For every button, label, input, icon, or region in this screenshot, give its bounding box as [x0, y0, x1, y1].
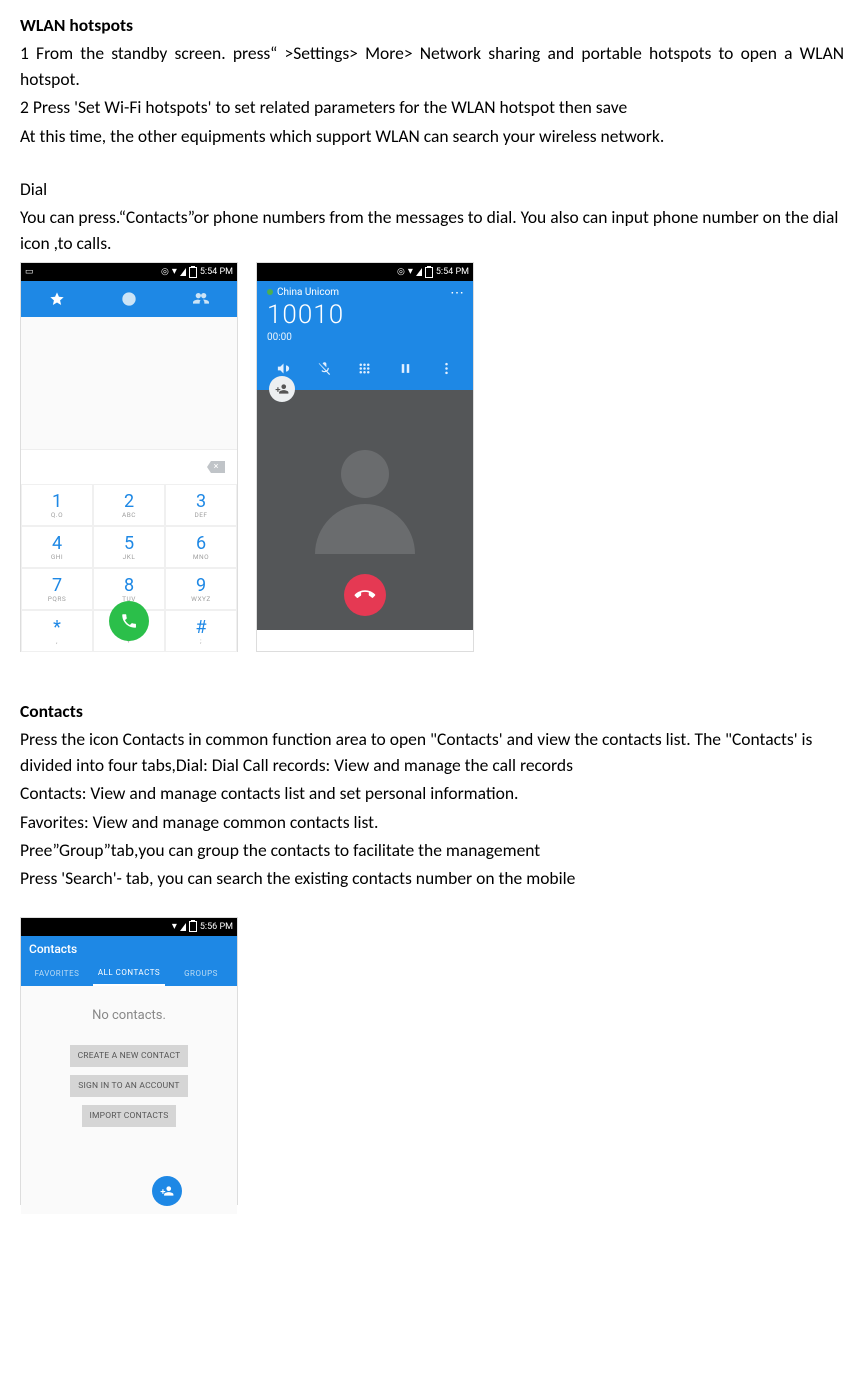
keypad-button[interactable]	[357, 361, 372, 380]
person-add-icon	[160, 1184, 174, 1198]
add-contact-badge[interactable]	[269, 376, 295, 402]
end-call-button[interactable]	[344, 574, 386, 616]
sign-in-button[interactable]: SIGN IN TO AN ACCOUNT	[70, 1075, 187, 1097]
wifi-icon: ▾	[172, 922, 177, 932]
call-duration: 00:00	[267, 332, 463, 343]
mute-button[interactable]	[317, 361, 332, 380]
phone-icon	[120, 612, 138, 630]
empty-message: No contacts.	[21, 1008, 237, 1023]
heading-wlan: WLAN hotspots	[20, 13, 844, 38]
appbar-title: Contacts	[21, 936, 237, 962]
vibrate-icon: ◎	[397, 267, 405, 277]
screenshot-contacts: ▾ 5:56 PM Contacts FAVORITES ALL CONTACT…	[20, 917, 238, 1205]
text-dial-desc: You can press.“Contacts”or phone numbers…	[20, 205, 844, 256]
text-wlan-step1: 1 From the standby screen. press“ >Setti…	[20, 41, 844, 92]
tab-recents[interactable]	[93, 281, 165, 317]
status-bar: ▭ ◎ ▾ 5:54 PM	[21, 263, 237, 281]
text-contacts-2: Contacts: View and manage contacts list …	[20, 781, 844, 806]
status-time: 5:56 PM	[200, 922, 233, 932]
status-time: 5:54 PM	[200, 267, 233, 277]
heading-contacts: Contacts	[20, 699, 844, 724]
add-contact-fab[interactable]	[152, 1176, 182, 1206]
text-contacts-5: Press 'Search'- tab, you can search the …	[20, 866, 844, 891]
more-button[interactable]	[439, 361, 454, 380]
tab-favorites[interactable]: FAVORITES	[21, 962, 93, 986]
backspace-icon[interactable]: ×	[207, 461, 225, 473]
screenshot-dialer: ▭ ◎ ▾ 5:54 PM × 1Q.O2ABC3DEF 4GHI5JKL6MNO…	[20, 262, 238, 652]
key-1[interactable]: 1Q.O	[21, 484, 93, 526]
signal-icon	[416, 268, 422, 276]
key-3[interactable]: 3DEF	[165, 484, 237, 526]
text-contacts-1: Press the icon Contacts in common functi…	[20, 727, 844, 778]
key-2[interactable]: 2ABC	[93, 484, 165, 526]
battery-icon	[425, 267, 433, 278]
tab-speed-dial[interactable]	[21, 281, 93, 317]
tab-groups[interactable]: GROUPS	[165, 962, 237, 986]
text-contacts-3: Favorites: View and manage common contac…	[20, 810, 844, 835]
key-*[interactable]: *,	[21, 610, 93, 652]
text-contacts-4: Pree”Group”tab,you can group the contact…	[20, 838, 844, 863]
wifi-icon: ▾	[408, 267, 413, 277]
signal-icon	[180, 923, 186, 931]
tab-contacts[interactable]	[165, 281, 237, 317]
carrier-label: China Unicom	[267, 287, 463, 298]
text-wlan-step2: 2 Press 'Set Wi-Fi hotspots' to set rela…	[20, 95, 844, 120]
key-4[interactable]: 4GHI	[21, 526, 93, 568]
vibrate-icon: ◎	[161, 267, 169, 277]
heading-dial: Dial	[20, 177, 844, 202]
battery-icon	[189, 267, 197, 278]
battery-icon	[189, 921, 197, 932]
avatar-placeholder	[315, 450, 415, 554]
hold-button[interactable]	[398, 361, 413, 380]
signal-icon	[180, 268, 186, 276]
overflow-icon[interactable]: ⋯	[450, 285, 465, 301]
status-bar: ◎ ▾ 5:54 PM	[257, 263, 473, 281]
key-7[interactable]: 7PQRS	[21, 568, 93, 610]
dial-input-row: ×	[21, 449, 237, 484]
status-time: 5:54 PM	[436, 267, 469, 277]
phone-icon	[351, 581, 379, 609]
key-5[interactable]: 5JKL	[93, 526, 165, 568]
key-#[interactable]: #;	[165, 610, 237, 652]
key-9[interactable]: 9WXYZ	[165, 568, 237, 610]
key-6[interactable]: 6MNO	[165, 526, 237, 568]
text-wlan-note: At this time, the other equipments which…	[20, 124, 844, 149]
dial-button[interactable]	[109, 601, 149, 641]
tab-all-contacts[interactable]: ALL CONTACTS	[93, 962, 165, 986]
status-left-icon: ▭	[25, 267, 34, 277]
screenshot-incall: ◎ ▾ 5:54 PM ⋯ China Unicom 10010 00:00	[256, 262, 474, 652]
status-bar: ▾ 5:56 PM	[21, 918, 237, 936]
import-contacts-button[interactable]: IMPORT CONTACTS	[82, 1105, 177, 1127]
call-number: 10010	[267, 300, 463, 330]
wifi-icon: ▾	[172, 267, 177, 277]
create-contact-button[interactable]: CREATE A NEW CONTACT	[70, 1045, 189, 1067]
